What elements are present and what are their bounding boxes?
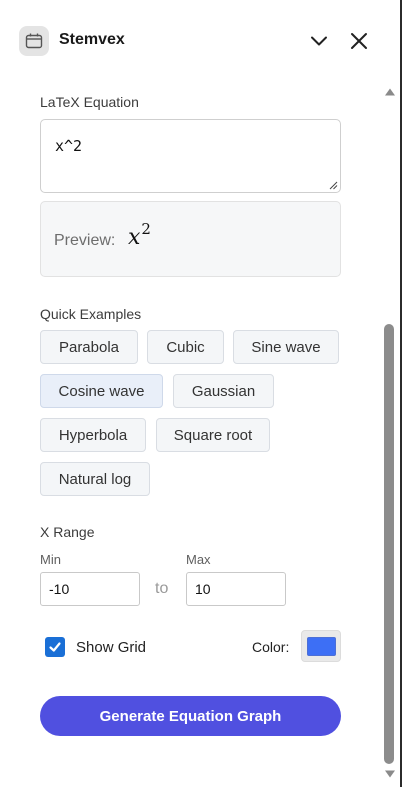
example-chip-cubic[interactable]: Cubic [147,330,224,364]
window-edge [400,0,402,787]
close-button[interactable] [344,26,374,56]
example-chip-hyperbola[interactable]: Hyperbola [40,418,146,452]
preview-exponent: 2 [141,220,151,238]
preview-equation: x2 [128,220,151,250]
show-grid-checkbox[interactable] [45,637,65,657]
latex-preview: Preview: x2 [40,201,341,277]
stemvex-panel: Stemvex LaTeX Equation x^2 Preview: x2 Q… [0,0,403,787]
collapse-button[interactable] [304,26,334,56]
scroll-down-arrow-icon[interactable] [384,769,396,779]
color-picker[interactable] [301,630,341,662]
latex-input[interactable]: x^2 [40,119,341,193]
app-icon [19,26,49,56]
panel-content: LaTeX Equation x^2 Preview: x2 Quick Exa… [0,82,382,787]
min-label: Min [40,552,61,567]
resize-grip-icon[interactable] [328,180,338,190]
preview-base: x [128,225,141,250]
show-grid-label: Show Grid [76,639,147,656]
scrollbar[interactable] [382,82,398,787]
panel-header: Stemvex [0,0,400,82]
generate-graph-button[interactable]: Generate Equation Graph [40,696,341,736]
close-icon [351,33,367,49]
example-chip-cosine-wave[interactable]: Cosine wave [40,374,163,408]
latex-label: LaTeX Equation [40,94,139,110]
app-title: Stemvex [59,31,125,48]
x-range-label: X Range [40,524,95,540]
calendar-icon [25,33,43,49]
latex-input-value: x^2 [55,137,83,155]
example-chip-parabola[interactable]: Parabola [40,330,138,364]
checkmark-icon [49,642,61,652]
example-chip-sine-wave[interactable]: Sine wave [233,330,339,364]
scrollbar-thumb[interactable] [384,324,394,764]
x-min-input[interactable]: -10 [40,572,140,606]
quick-examples-label: Quick Examples [40,306,142,322]
example-chip-gaussian[interactable]: Gaussian [173,374,274,408]
example-chip-square-root[interactable]: Square root [156,418,270,452]
max-label: Max [186,552,211,567]
example-chip-natural-log[interactable]: Natural log [40,462,150,496]
preview-label: Preview: [54,232,116,249]
x-max-input[interactable]: 10 [186,572,286,606]
chevron-down-icon [311,36,327,46]
color-label: Color: [252,639,290,655]
color-swatch [307,637,336,656]
scroll-up-arrow-icon[interactable] [384,87,396,97]
range-to-label: to [155,580,169,597]
